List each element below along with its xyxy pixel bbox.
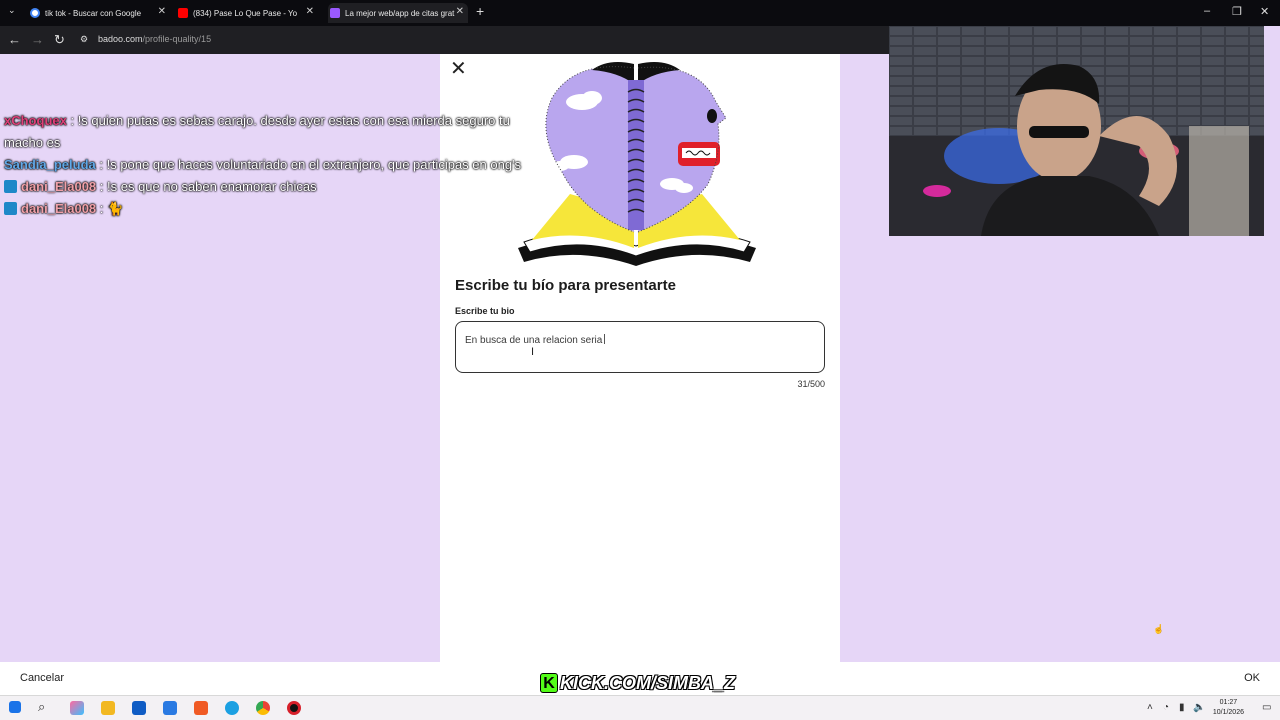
site-settings-icon[interactable]: ⚙ <box>80 34 88 45</box>
tab-title: tik tok - Buscar con Google <box>45 8 142 18</box>
youtube-favicon-icon <box>178 8 188 18</box>
close-tab-icon[interactable]: ✕ <box>158 6 166 17</box>
reload-icon[interactable]: ↻ <box>54 32 65 48</box>
chat-username: xChoquex <box>4 113 67 128</box>
search-icon[interactable]: ⌕ <box>38 699 45 715</box>
system-clock[interactable]: 01:27 10/1/2026 <box>1213 698 1244 718</box>
bio-field-label: Escribe tu bio <box>455 306 515 316</box>
page-title: Escribe tu bío para presentarte <box>455 277 676 294</box>
webcam-overlay <box>889 26 1264 236</box>
url-path: /profile-quality/15 <box>142 34 212 44</box>
tab-list-chevron-icon[interactable]: ⌄ <box>8 5 16 16</box>
badoo-favicon-icon <box>330 8 340 18</box>
cancel-button[interactable]: Cancelar <box>20 672 64 684</box>
close-icon[interactable]: ✕ <box>450 59 467 79</box>
clock-date: 10/1/2026 <box>1212 709 1244 716</box>
kick-logo-icon: K <box>540 673 558 693</box>
restore-icon[interactable]: ❐ <box>1232 5 1242 18</box>
forward-arrow-icon[interactable]: → <box>31 32 44 47</box>
ok-button[interactable]: OK <box>1244 672 1260 684</box>
close-tab-icon[interactable]: ✕ <box>306 6 314 17</box>
browser-tab-youtube[interactable]: (834) Pase Lo Que Pase - Yo ✕ <box>178 3 318 23</box>
notifications-icon[interactable]: ▭ <box>1262 702 1271 713</box>
brave-browser-icon[interactable] <box>194 701 208 715</box>
wifi-icon[interactable]: ◔ <box>1163 702 1169 713</box>
chat-message: dani_Ela008 : 🐈 <box>4 198 534 220</box>
chat-text: : !s pone que haces voluntariado en el e… <box>99 157 522 172</box>
battery-icon[interactable]: ▮ <box>1179 702 1185 713</box>
file-explorer-icon[interactable] <box>101 701 115 715</box>
subscriber-badge-icon <box>4 202 17 215</box>
url-field[interactable]: badoo.com/profile-quality/15 <box>98 34 211 44</box>
chat-username: dani_Ela008 <box>21 201 97 216</box>
clock-time: 01:27 <box>1219 699 1238 706</box>
webcam-feed-image <box>889 26 1264 236</box>
volume-icon[interactable]: 🔈 <box>1193 702 1205 713</box>
close-window-icon[interactable]: ✕ <box>1260 5 1269 18</box>
chat-text: : 🐈 <box>99 201 124 216</box>
chat-text: : !s es que no saben enamorar chicas <box>99 179 317 194</box>
open-book-face-illustration <box>518 62 756 266</box>
text-caret <box>604 334 606 344</box>
app-icon[interactable] <box>163 701 177 715</box>
character-counter: 31/500 <box>797 379 825 389</box>
mouse-cursor-icon: ☝ <box>1153 624 1165 634</box>
edge-browser-icon[interactable] <box>225 701 239 715</box>
chat-text: : !s quien putas es sebas carajo. desde … <box>4 113 510 150</box>
chat-message: Sandia_peluda : !s pone que haces volunt… <box>4 154 534 176</box>
tab-title: (834) Pase Lo Que Pase - Yo <box>193 8 298 18</box>
chat-message: dani_Ela008 : !s es que no saben enamora… <box>4 176 534 198</box>
store-icon[interactable] <box>132 701 146 715</box>
copilot-icon[interactable] <box>70 701 84 715</box>
recording-app-icon[interactable] <box>287 701 301 715</box>
windows-taskbar: ⌕ ˄ ◔ ▮ 🔈 01:27 10/1/2026 ▭ <box>0 695 1280 720</box>
chat-username: dani_Ela008 <box>21 179 97 194</box>
tab-title: La mejor web/app de citas grat <box>345 8 455 18</box>
bio-textarea-value: En busca de una relacion seria <box>465 334 606 346</box>
text-cursor-icon: I <box>531 346 535 358</box>
new-tab-plus-icon[interactable]: + <box>476 3 484 19</box>
bio-textarea[interactable]: En busca de una relacion seria I <box>455 321 825 373</box>
bio-text: En busca de una relacion seria <box>465 335 603 346</box>
subscriber-badge-icon <box>4 180 17 193</box>
chat-message: xChoquex : !s quien putas es sebas caraj… <box>4 110 534 154</box>
kick-url-label: KICK.COM/SIMBA_Z <box>560 672 735 693</box>
chrome-browser-icon[interactable] <box>256 701 270 715</box>
tray-chevron-icon[interactable]: ˄ <box>1147 702 1153 713</box>
minimize-icon[interactable]: – <box>1204 5 1210 17</box>
browser-tab-google[interactable]: tik tok - Buscar con Google ✕ <box>30 3 170 23</box>
google-favicon-icon <box>30 8 40 18</box>
chat-username: Sandia_peluda <box>4 157 96 172</box>
back-arrow-icon[interactable]: ← <box>8 32 21 47</box>
stream-chat-overlay: xChoquex : !s quien putas es sebas caraj… <box>4 110 534 220</box>
url-domain: badoo.com <box>98 34 143 44</box>
browser-tab-bar: ⌄ tik tok - Buscar con Google ✕ (834) Pa… <box>0 0 1280 26</box>
kick-watermark: K KICK.COM/SIMBA_Z <box>540 672 735 694</box>
close-tab-icon[interactable]: ✕ <box>456 6 464 17</box>
start-windows-icon[interactable] <box>9 701 21 713</box>
browser-tab-badoo[interactable]: La mejor web/app de citas grat ✕ <box>328 3 468 23</box>
